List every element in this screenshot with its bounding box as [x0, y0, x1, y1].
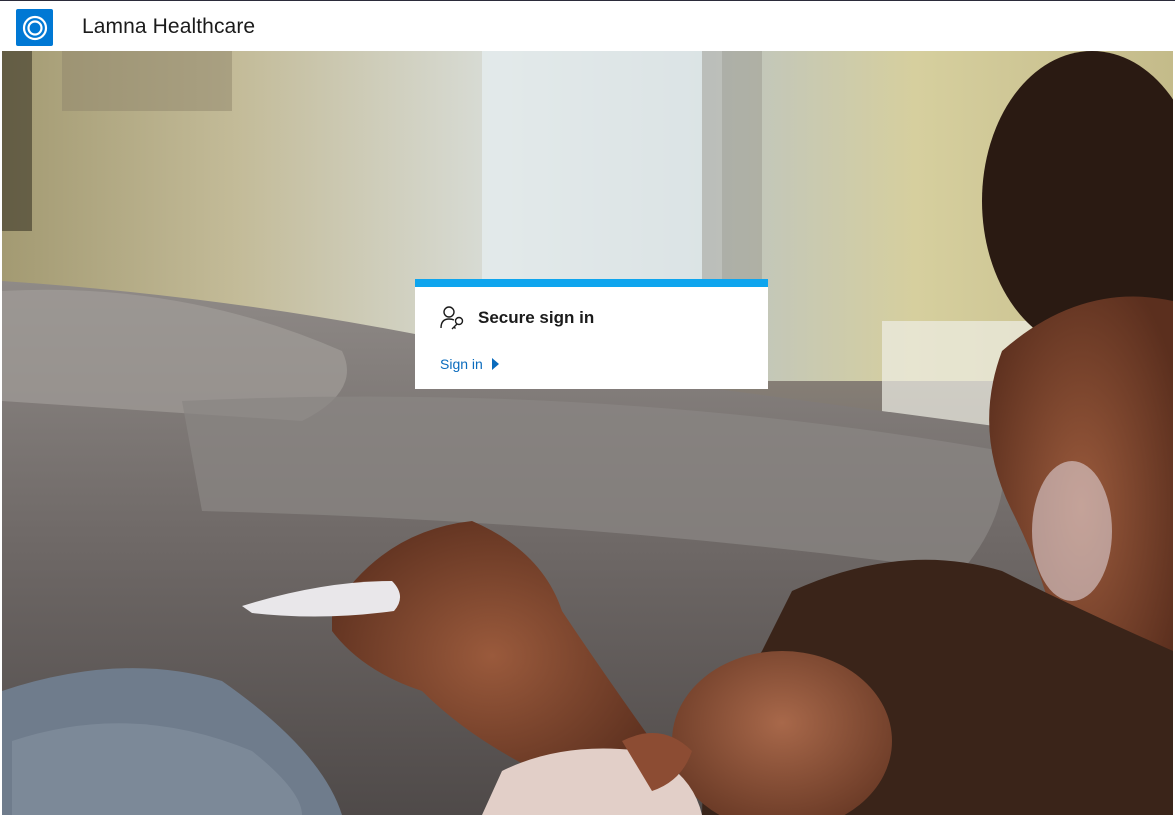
- brand-name: Lamna Healthcare: [82, 15, 256, 38]
- user-key-icon: [439, 304, 467, 332]
- sign-in-label: Sign in: [440, 356, 483, 372]
- card-title: Secure sign in: [478, 308, 595, 327]
- page: Lamna Healthcare Secure sign in Sign in: [0, 0, 1175, 815]
- card-title-row: Secure sign in: [439, 304, 594, 332]
- ring-logo-icon: [16, 9, 53, 46]
- sign-in-link[interactable]: Sign in: [440, 356, 499, 372]
- site-header: Lamna Healthcare: [0, 1, 1175, 51]
- background-photo: [2, 51, 1173, 815]
- secure-signin-card: Secure sign in Sign in: [415, 279, 768, 389]
- chevron-right-icon: [491, 358, 499, 370]
